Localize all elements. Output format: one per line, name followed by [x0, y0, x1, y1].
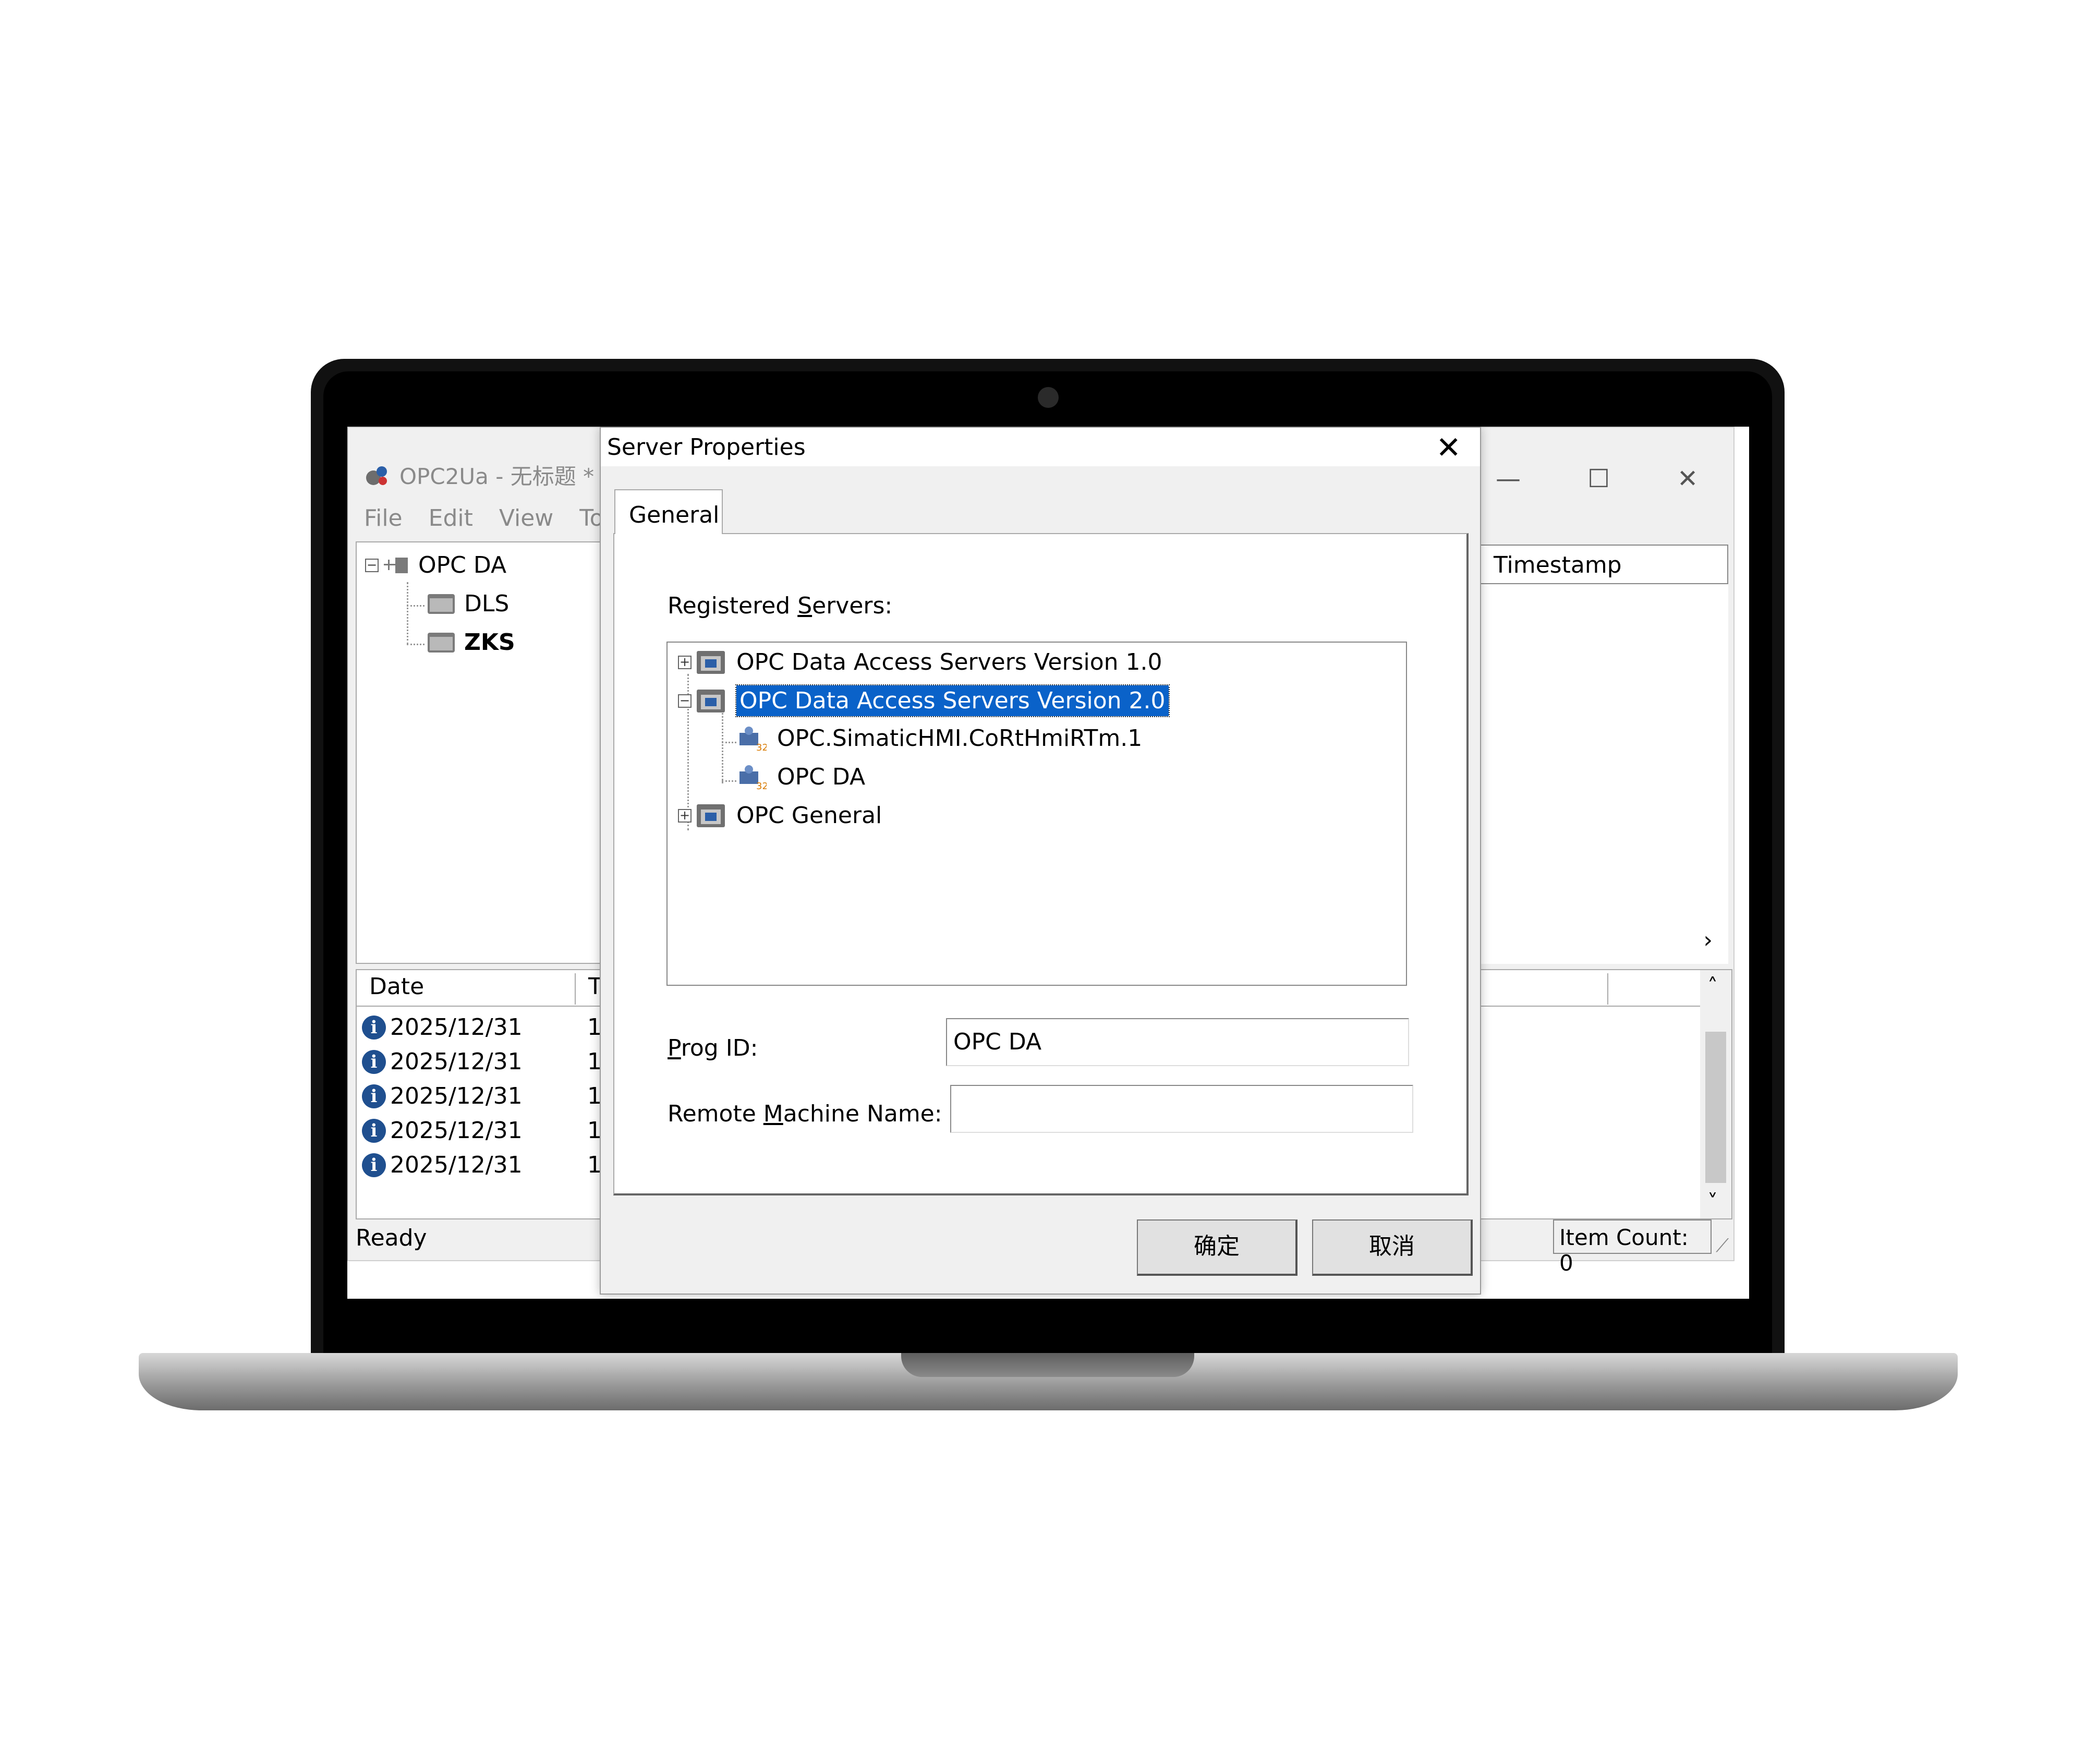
log-row[interactable]: i 2025/12/31 1 [362, 1083, 602, 1109]
column-header-date[interactable]: Date [357, 973, 576, 1005]
scroll-down-icon[interactable]: ˅ [1707, 1190, 1718, 1214]
collapse-icon[interactable]: − [365, 558, 379, 572]
remote-machine-input[interactable] [950, 1085, 1413, 1133]
server-group-da-v1[interactable]: + OPC Data Access Servers Version 1.0 [678, 649, 1162, 675]
menu-file[interactable]: File [364, 505, 403, 531]
selected-server-label: OPC Data Access Servers Version 2.0 [735, 684, 1170, 717]
window-title: OPC2Ua - 无标题 * [364, 459, 594, 491]
info-icon: i [362, 1015, 386, 1040]
webcam [1038, 387, 1059, 408]
info-icon: i [362, 1049, 386, 1074]
server-tree[interactable]: − OPC DA DLS ZKS [356, 541, 627, 964]
app-icon [364, 462, 390, 488]
info-icon: i [362, 1153, 386, 1177]
tree-connector [407, 644, 425, 645]
server-group-da-v2[interactable]: − OPC Data Access Servers Version 2.0 [678, 684, 1170, 717]
server-group-general[interactable]: + OPC General [678, 802, 882, 829]
prog-id-input[interactable]: OPC DA [946, 1018, 1409, 1066]
svg-text:32: 32 [756, 781, 767, 790]
log-row[interactable]: i 2025/12/31 1 [362, 1117, 602, 1144]
svg-text:32: 32 [756, 742, 767, 752]
tab-general[interactable]: General [614, 489, 723, 534]
ok-button[interactable]: 确定 [1137, 1219, 1297, 1276]
expand-icon[interactable]: + [678, 655, 692, 669]
server-icon: 32 [738, 764, 768, 792]
network-icon [384, 554, 410, 576]
log-row[interactable]: i 2025/12/31 1 [362, 1152, 602, 1178]
laptop-notch [901, 1353, 1194, 1377]
tree-connector [722, 780, 736, 782]
menu-bar: File Edit View To [364, 505, 604, 531]
laptop-screen: OPC2Ua - 无标题 * — ☐ ✕ File Edit View To − [347, 427, 1749, 1299]
close-button[interactable]: ✕ [1677, 464, 1698, 493]
status-text: Ready [356, 1225, 427, 1251]
column-header-timestamp[interactable]: Timestamp [1480, 545, 1728, 584]
server-item-simatic[interactable]: 32 OPC.SimaticHMI.CoRtHmiRTm.1 [738, 725, 1142, 753]
menu-view[interactable]: View [499, 505, 553, 531]
minimize-button[interactable]: — [1496, 464, 1521, 493]
registered-servers-tree[interactable]: + OPC Data Access Servers Version 1.0 − … [666, 642, 1407, 986]
log-row[interactable]: i 2025/12/31 1 [362, 1048, 602, 1075]
folder-icon [428, 594, 455, 614]
expand-icon[interactable]: + [678, 808, 692, 823]
scroll-right-icon[interactable]: › [1703, 927, 1713, 953]
tree-connector [722, 742, 736, 743]
general-tab-panel: Registered Servers: + OPC Data Access Se… [613, 533, 1469, 1195]
dialog-titlebar: Server Properties ✕ [601, 428, 1480, 466]
dialog-close-icon[interactable]: ✕ [1436, 430, 1461, 465]
item-count: Item Count: 0 [1553, 1219, 1712, 1276]
server-folder-icon [697, 689, 725, 712]
resize-grip-icon[interactable]: ⟋ [1716, 1235, 1729, 1257]
info-icon: i [362, 1118, 386, 1143]
scroll-up-icon[interactable]: ˄ [1707, 974, 1718, 998]
cancel-button[interactable]: 取消 [1312, 1219, 1473, 1276]
registered-servers-label: Registered Servers: [668, 593, 893, 619]
log-scrollbar[interactable]: ˄ ˅ [1700, 970, 1731, 1218]
tree-node-opc-da[interactable]: − OPC DA [365, 552, 506, 578]
dialog-title: Server Properties [607, 434, 806, 461]
info-icon: i [362, 1084, 386, 1108]
menu-edit[interactable]: Edit [429, 505, 473, 531]
server-properties-dialog: Server Properties ✕ General Registered S… [600, 427, 1481, 1295]
server-item-opc-da[interactable]: 32 OPC DA [738, 764, 865, 792]
remote-machine-label: Remote Machine Name: [668, 1101, 942, 1127]
tree-connector [407, 582, 408, 645]
log-row[interactable]: i 2025/12/31 1 [362, 1014, 602, 1041]
collapse-icon[interactable]: − [678, 694, 692, 708]
server-icon: 32 [738, 726, 768, 753]
maximize-button[interactable]: ☐ [1587, 464, 1610, 493]
tree-connector [407, 605, 425, 607]
tree-node-zks[interactable]: ZKS [428, 629, 515, 656]
server-folder-icon [697, 804, 725, 827]
open-folder-icon [428, 632, 455, 653]
server-folder-icon [697, 650, 725, 674]
prog-id-label: Prog ID: [668, 1035, 758, 1061]
tree-node-dls[interactable]: DLS [428, 590, 509, 617]
scroll-thumb[interactable] [1705, 1032, 1726, 1183]
item-list[interactable]: › [1480, 584, 1728, 964]
